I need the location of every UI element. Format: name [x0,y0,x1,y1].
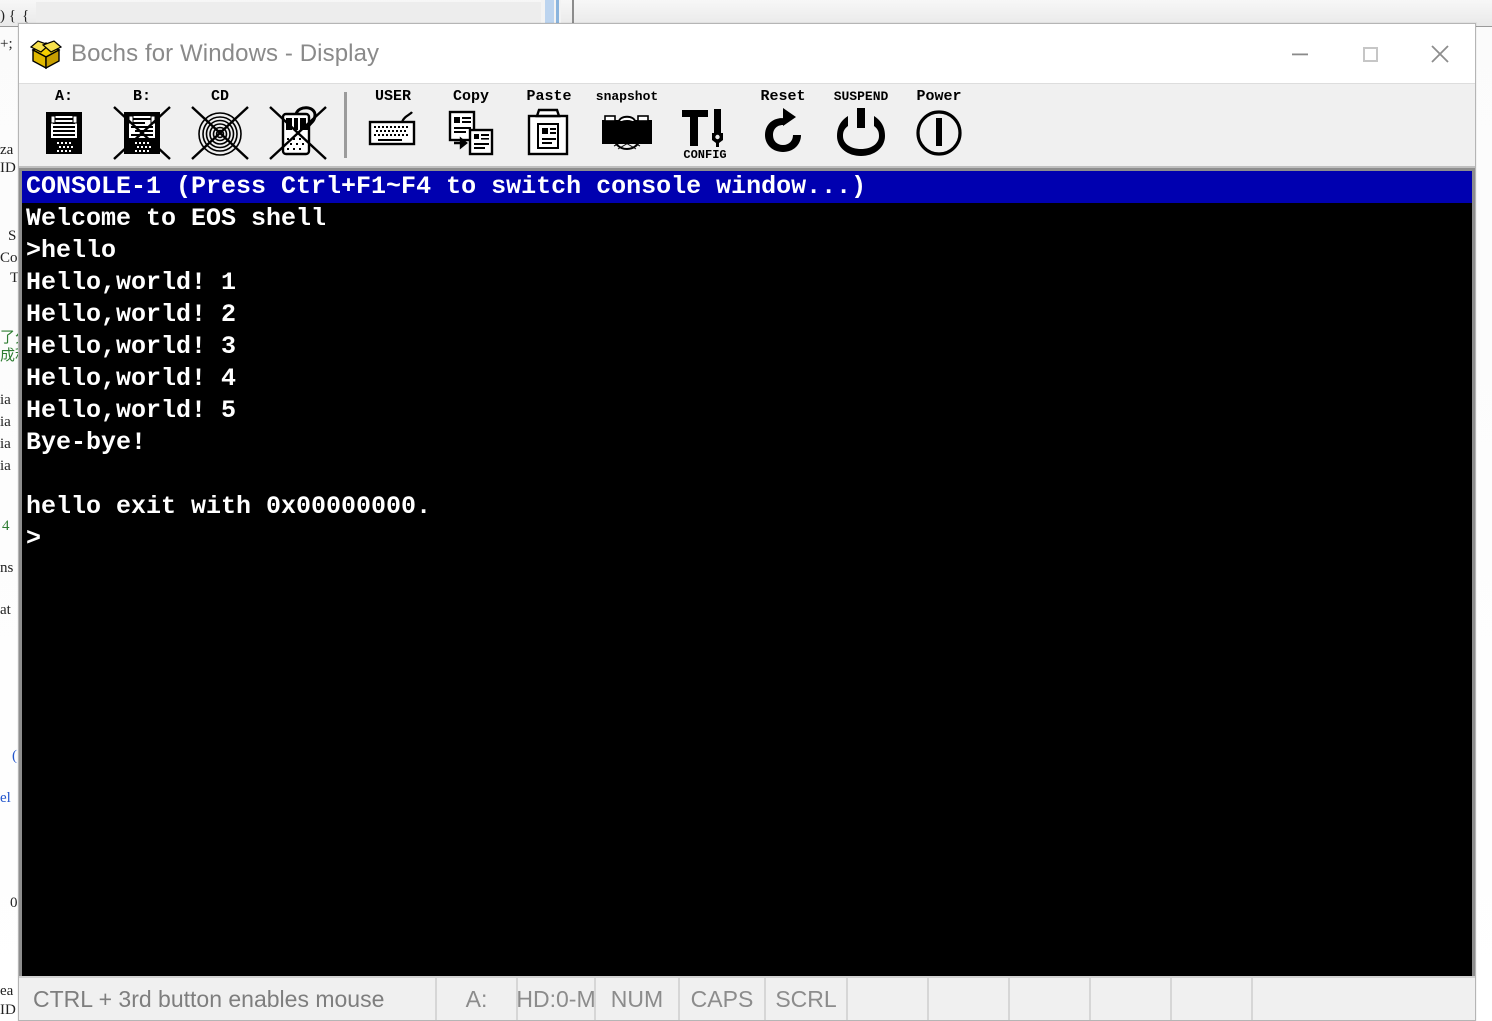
camera-icon [596,106,658,160]
background-code-fragment: ia [0,392,11,408]
background-code-fragment: za [0,142,14,158]
bochs-display-window[interactable]: Bochs for Windows - Display A: B: CD USE… [18,23,1476,1021]
background-code-fragment: +; [0,36,13,52]
reset-label: Reset [760,88,806,105]
console-line: Hello,world! 4 [26,364,237,393]
bochs-toolbar[interactable]: A: B: CD USER Copy Paste snapshot CONFIG… [19,84,1475,168]
usb-mouse-button[interactable] [259,88,337,164]
background-code-fragment: ) { [0,8,16,24]
background-code-fragment: ea [0,983,14,999]
status-message: CTRL + 3rd button enables mouse [19,978,437,1020]
status-spare-2 [929,978,1010,1020]
user-label: USER [374,88,411,105]
background-code-fragment: S [8,228,17,244]
suspend-button[interactable]: SUSPEND [822,88,900,164]
floppy-a-button[interactable]: A: [25,88,103,164]
cdrom-button[interactable]: CD [181,88,259,164]
background-editor-tab[interactable] [36,2,541,24]
status-spare-6 [1253,978,1475,1020]
background-code-fragment: ia [0,414,11,430]
floppy-b-label: B: [132,88,151,105]
background-code-fragment: Co [0,250,18,266]
background-code-fragment: ia [0,436,11,452]
keyboard-icon [362,106,424,160]
hammer-wrench-icon: CONFIG [674,106,736,162]
bochs-logo-icon [29,37,63,71]
window-title: Bochs for Windows - Display [71,39,380,67]
status-floppy-a[interactable]: A: [437,978,518,1020]
reset-arrow-icon [752,106,814,160]
floppy-disk-a-icon [33,106,95,160]
status-caps-lock[interactable]: CAPS [680,978,766,1020]
suspend-label: SUSPEND [833,89,889,104]
background-code-fragment: el [0,790,11,806]
window-titlebar[interactable]: Bochs for Windows - Display [19,24,1475,84]
console-line: Hello,world! 5 [26,396,237,425]
paste-clipboard-icon [518,106,580,160]
snapshot-label: snapshot [595,89,659,104]
console-line: >hello [26,236,117,265]
floppy-a-label: A: [54,88,73,105]
suspend-power-icon [830,106,892,160]
console-header-line: CONSOLE-1 (Press Ctrl+F1~F4 to switch co… [22,171,1472,203]
power-button[interactable]: Power [900,88,978,164]
cdrom-disc-icon [189,106,251,160]
toolbar-separator-1 [344,92,347,158]
maximize-button[interactable] [1335,25,1405,83]
status-spare-4 [1091,978,1172,1020]
vga-console[interactable]: CONSOLE-1 (Press Ctrl+F1~F4 to switch co… [22,171,1472,976]
cdrom-label: CD [210,88,229,105]
copy-label: Copy [452,88,489,105]
status-num-lock[interactable]: NUM [596,978,680,1020]
config-label: CONFIG [683,148,727,162]
console-line: > [26,524,42,553]
background-code-fragment: ( [12,748,17,764]
power-label: Power [916,88,962,105]
background-code-fragment: ia [0,458,11,474]
power-circle-icon [908,106,970,160]
console-line: Hello,world! 3 [26,332,237,361]
config-button[interactable]: CONFIG [666,88,744,164]
status-spare-3 [1010,978,1091,1020]
background-code-fragment: ns [0,560,14,576]
status-spare-1 [848,978,929,1020]
console-line: hello exit with 0x00000000. [26,492,432,521]
floppy-b-button[interactable]: B: [103,88,181,164]
background-code-fragment: 0 [10,895,18,911]
snapshot-button[interactable]: snapshot [588,88,666,164]
console-line: Hello,world! 2 [26,300,237,329]
status-hard-disk[interactable]: HD:0-M [518,978,596,1020]
paste-label: Paste [526,88,572,105]
status-scroll-lock[interactable]: SCRL [766,978,848,1020]
background-code-fragment: ID [0,160,16,176]
background-code-fragment: at [0,602,11,618]
usb-mouse-icon [267,106,329,160]
console-line: Bye-bye! [26,428,147,457]
config-spacer [700,88,709,106]
bochs-statusbar: CTRL + 3rd button enables mouse A: HD:0-… [19,976,1475,1020]
minimize-button[interactable] [1265,25,1335,83]
screenshot-root: ) {{+; za ID S Co T 了分 成积 ia ia ia ia 4 ns at(el 0 ea ID … [0,0,1492,1021]
copy-button[interactable]: Copy [432,88,510,164]
floppy-disk-b-icon [111,106,173,160]
paste-button[interactable]: Paste [510,88,588,164]
user-button[interactable]: USER [354,88,432,164]
console-frame: CONSOLE-1 (Press Ctrl+F1~F4 to switch co… [19,168,1475,976]
copy-icon [440,106,502,160]
background-code-fragment: 4 [2,518,10,534]
console-line: Welcome to EOS shell [26,204,327,233]
console-line: Hello,world! 1 [26,268,237,297]
status-spare-5 [1172,978,1253,1020]
background-code-fragment: ID [0,1002,16,1018]
reset-button[interactable]: Reset [744,88,822,164]
close-button[interactable] [1405,25,1475,83]
